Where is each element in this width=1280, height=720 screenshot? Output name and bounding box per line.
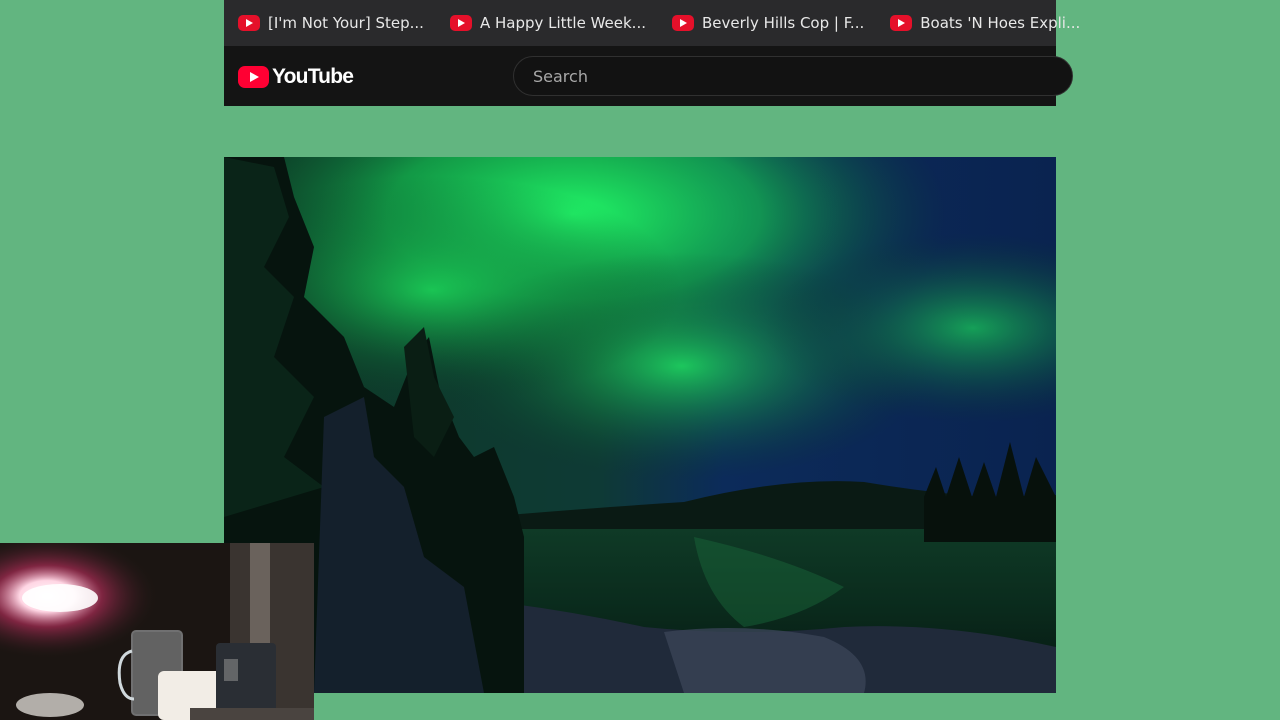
bookmark-bar: [I'm Not Your] Step... A Happy Little We… xyxy=(224,0,1080,46)
bookmark-label: Beverly Hills Cop | F... xyxy=(701,14,865,32)
desktop-background: [I'm Not Your] Step... A Happy Little We… xyxy=(0,0,1280,720)
webcam-feed-image xyxy=(0,543,314,720)
bookmark-item[interactable]: Beverly Hills Cop | F... xyxy=(671,14,865,32)
bookmark-item[interactable]: [I'm Not Your] Step... xyxy=(238,14,424,32)
search-box[interactable] xyxy=(513,56,1073,96)
youtube-play-icon xyxy=(238,66,269,88)
youtube-icon xyxy=(238,15,260,31)
search-input[interactable] xyxy=(531,65,1072,87)
bookmark-label: A Happy Little Week... xyxy=(479,14,646,32)
bookmark-label: [I'm Not Your] Step... xyxy=(268,14,424,32)
bookmark-item[interactable]: Boats 'N Hoes Expli... xyxy=(890,14,1080,32)
webcam-overlay xyxy=(0,543,314,720)
youtube-header: YouTube xyxy=(224,46,1073,106)
youtube-logo-text: YouTube xyxy=(272,65,354,88)
youtube-logo[interactable]: YouTube xyxy=(238,65,354,89)
youtube-icon xyxy=(449,15,472,31)
aurora-landscape-image xyxy=(224,157,1056,693)
youtube-icon xyxy=(890,15,913,31)
youtube-icon xyxy=(671,15,694,31)
video-player[interactable] xyxy=(224,157,1056,693)
bookmark-item[interactable]: A Happy Little Week... xyxy=(449,14,646,32)
bookmark-label: Boats 'N Hoes Expli... xyxy=(920,14,1081,32)
